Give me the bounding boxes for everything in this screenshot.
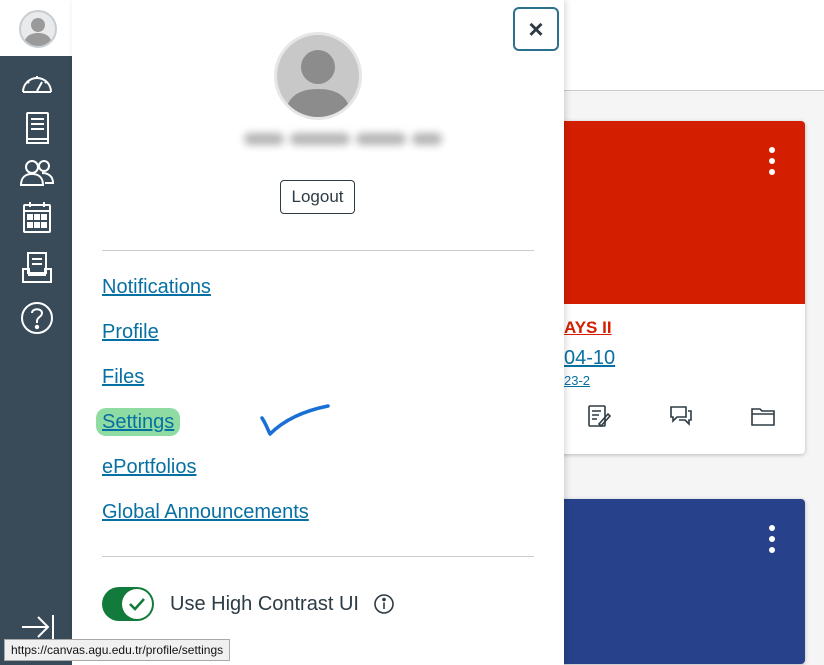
- account-tray: × Logout Notifications Profile Files Set…: [72, 0, 564, 665]
- close-tray-button[interactable]: ×: [513, 7, 559, 51]
- discussions-icon[interactable]: [668, 403, 694, 429]
- user-avatar-icon: [285, 50, 351, 117]
- profile-link[interactable]: Profile: [102, 321, 309, 366]
- high-contrast-row: Use High Contrast UI: [102, 586, 395, 622]
- info-icon[interactable]: [373, 593, 395, 615]
- course-card-term: 23-2: [564, 373, 591, 388]
- account-avatar[interactable]: [19, 10, 57, 48]
- check-icon: [129, 598, 145, 611]
- card-options-icon[interactable]: [769, 525, 775, 553]
- user-avatar-icon: [24, 18, 52, 46]
- logout-button[interactable]: Logout: [280, 180, 355, 214]
- toggle-knob: [122, 589, 152, 619]
- inbox-icon[interactable]: [18, 250, 56, 286]
- global-navigation: [0, 0, 72, 665]
- eportfolios-link[interactable]: ePortfolios: [102, 456, 309, 501]
- help-icon[interactable]: [18, 300, 56, 336]
- high-contrast-label: Use High Contrast UI: [170, 592, 359, 615]
- nav-account[interactable]: [0, 0, 72, 56]
- files-icon[interactable]: [750, 403, 776, 429]
- course-card-title[interactable]: AYS II: [564, 318, 612, 338]
- high-contrast-toggle[interactable]: [102, 587, 154, 621]
- tray-divider: [102, 250, 534, 251]
- card-options-icon[interactable]: [769, 147, 775, 175]
- notifications-link[interactable]: Notifications: [102, 276, 309, 321]
- calendar-icon[interactable]: [18, 200, 56, 236]
- profile-avatar: [274, 32, 362, 120]
- groups-icon[interactable]: [18, 156, 56, 192]
- checkmark-annotation-icon: [260, 404, 330, 436]
- global-announcements-link[interactable]: Global Announcements: [102, 501, 309, 546]
- course-card-code[interactable]: 04-10: [564, 347, 615, 370]
- dashboard-icon[interactable]: [18, 66, 56, 102]
- username-redacted: [244, 126, 464, 152]
- tray-divider: [102, 556, 534, 557]
- collapse-nav-icon[interactable]: [20, 612, 56, 642]
- courses-icon[interactable]: [18, 110, 56, 146]
- link-status-bar: https://canvas.agu.edu.tr/profile/settin…: [4, 639, 231, 661]
- assignments-icon[interactable]: [586, 403, 612, 429]
